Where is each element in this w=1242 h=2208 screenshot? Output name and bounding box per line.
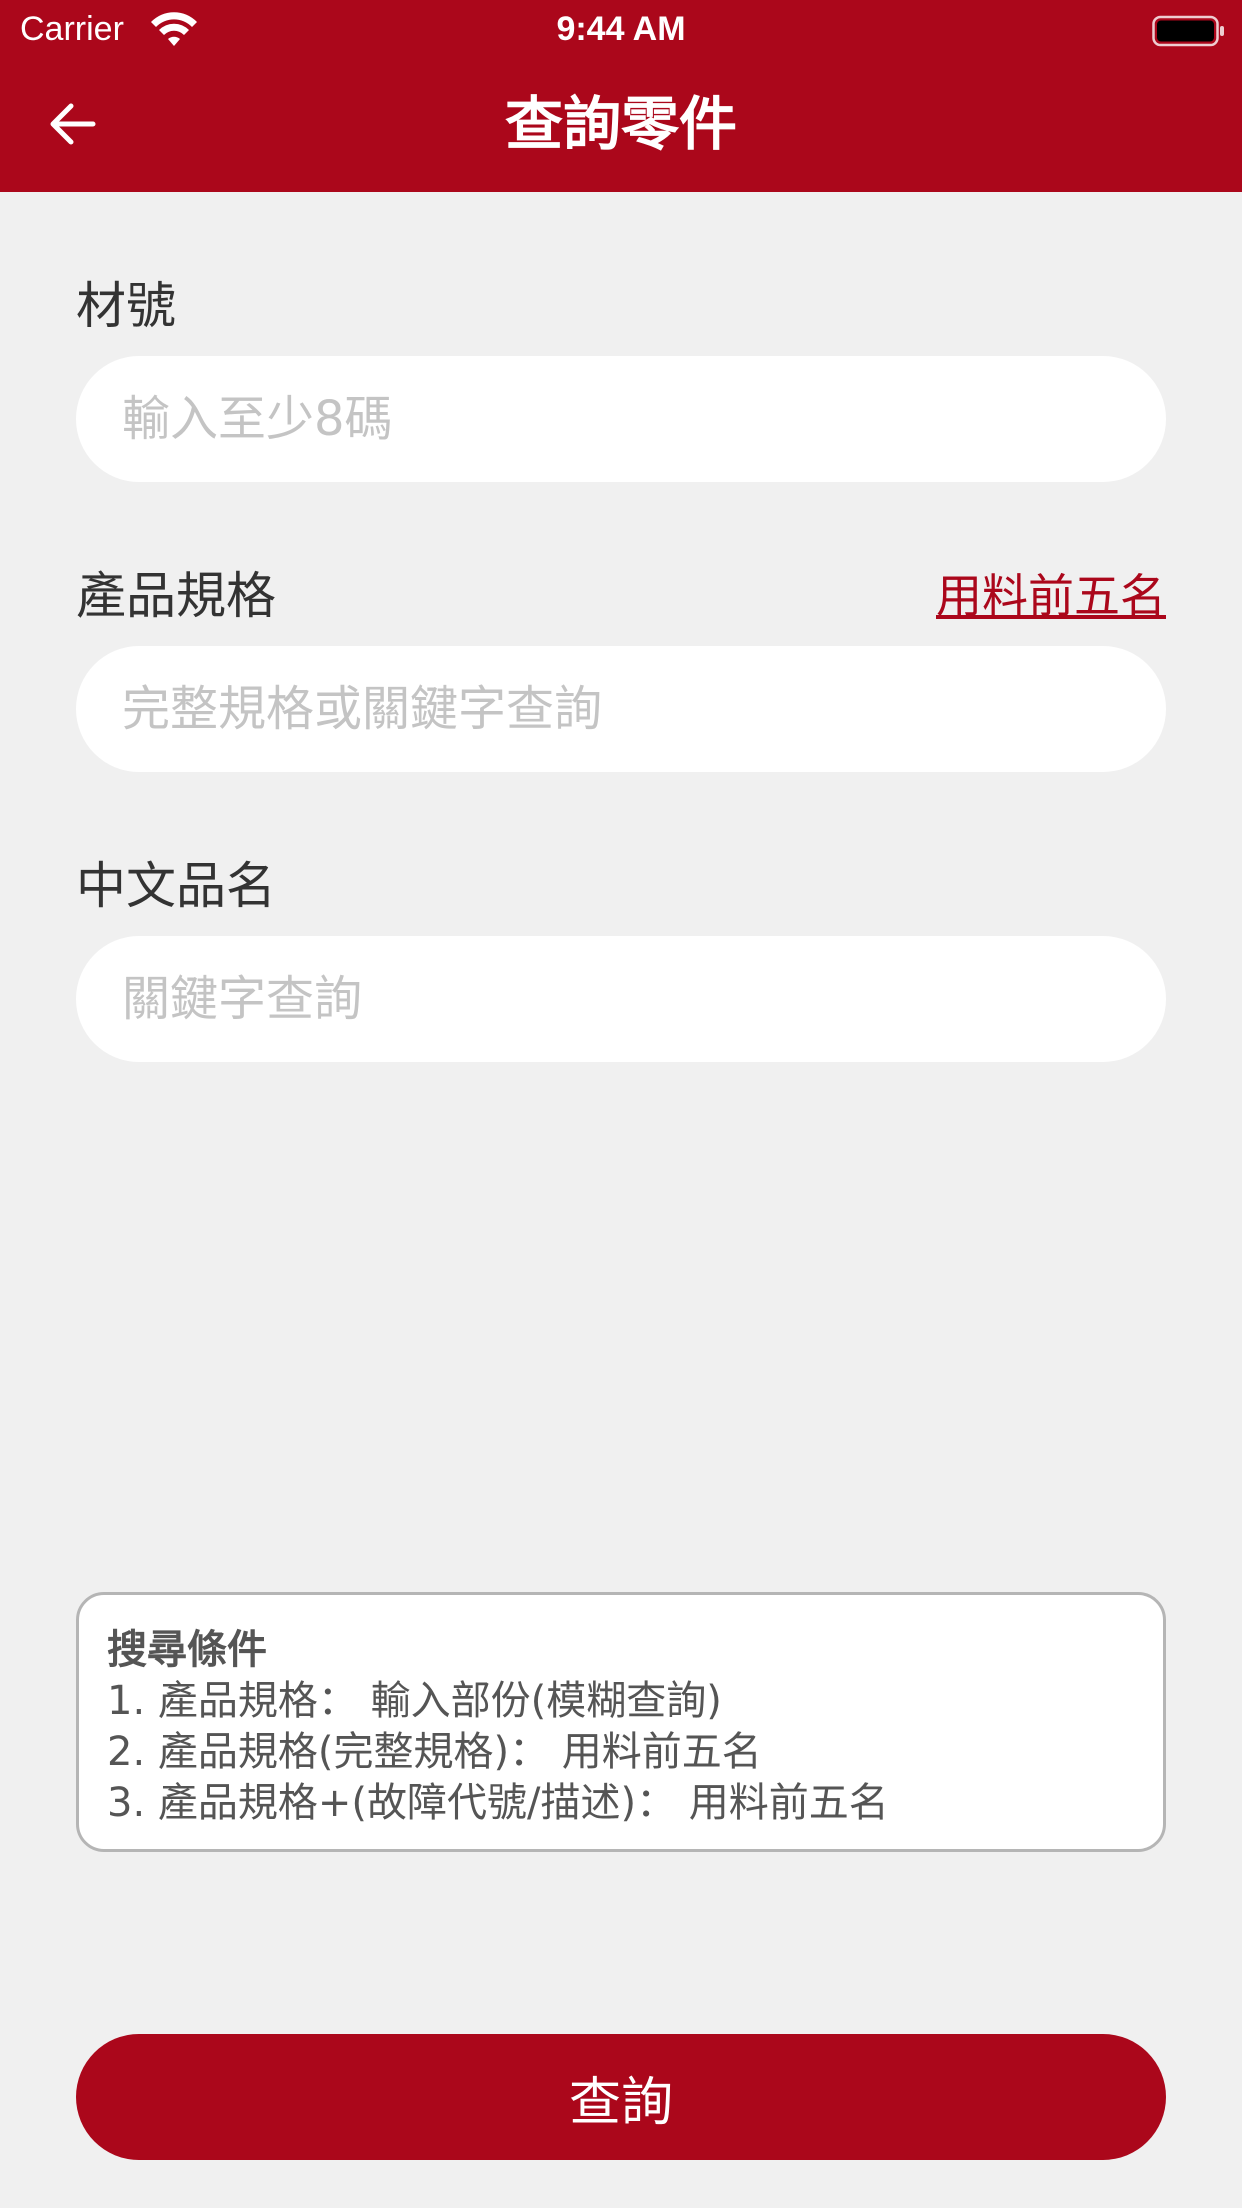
page: Carrier 9:44 AM 查詢零件 材號 產品規格 用料前五名 中文品名	[0, 0, 1242, 2208]
page-title: 查詢零件	[504, 90, 737, 158]
status-bar: Carrier 9:44 AM	[0, 0, 1242, 60]
search-conditions-title: 搜尋條件	[107, 1627, 267, 1673]
search-condition-line: 2. 產品規格(完整規格)： 用料前五名	[107, 1729, 762, 1775]
part-number-input[interactable]	[76, 356, 1166, 482]
top-five-materials-link[interactable]: 用料前五名	[936, 560, 1166, 626]
part-number-label: 材號	[76, 277, 176, 335]
chinese-name-input[interactable]	[76, 936, 1166, 1062]
product-spec-label: 產品規格	[76, 567, 276, 625]
app-bar: Carrier 9:44 AM 查詢零件	[0, 0, 1242, 192]
search-condition-line: 1. 產品規格： 輸入部份(模糊查詢)	[107, 1678, 722, 1724]
query-button[interactable]: 查詢	[76, 2034, 1166, 2160]
chinese-name-label: 中文品名	[76, 857, 276, 915]
search-conditions-box: 搜尋條件 1. 產品規格： 輸入部份(模糊查詢) 2. 產品規格(完整規格)： …	[76, 1592, 1166, 1852]
search-condition-line: 3. 產品規格+(故障代號/描述)： 用料前五名	[107, 1780, 889, 1826]
product-spec-input[interactable]	[76, 646, 1166, 772]
battery-icon	[1152, 15, 1224, 47]
status-time: 9:44 AM	[556, 10, 686, 48]
